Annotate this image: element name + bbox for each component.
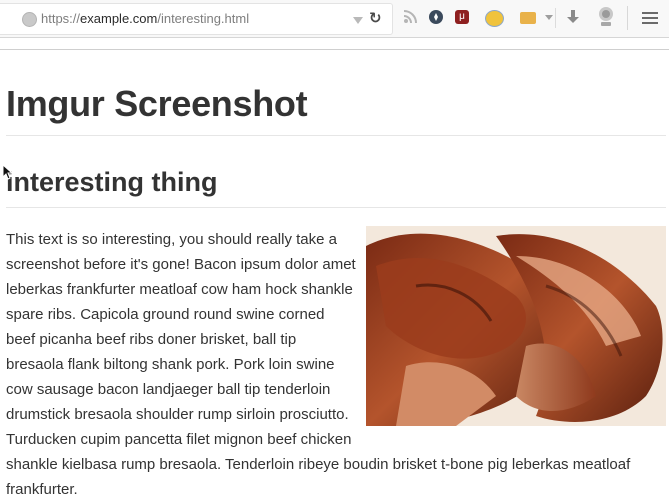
ublock-icon[interactable]: μ	[455, 10, 469, 24]
section-heading: interesting thing	[6, 167, 218, 197]
reload-icon[interactable]: ↻	[369, 11, 382, 27]
browser-toolbar: https://example.com/interesting.html ↻ μ	[0, 0, 669, 38]
article-body: This text is so interesting, you should …	[6, 226, 666, 502]
profile-badge-icon[interactable]	[597, 6, 615, 28]
extension-icon[interactable]	[520, 12, 536, 24]
address-bar[interactable]: https://example.com/interesting.html ↻	[0, 3, 393, 35]
extension-dropdown-icon[interactable]	[545, 15, 553, 20]
url-path: /interesting.html	[157, 11, 250, 26]
compass-icon[interactable]	[429, 10, 443, 24]
url-host: example.com	[80, 11, 158, 26]
page-title: Imgur Screenshot	[6, 83, 308, 124]
heading-divider	[6, 207, 666, 208]
title-divider	[6, 135, 666, 136]
meat-photo	[366, 226, 666, 426]
toolbar-divider-line	[0, 49, 669, 50]
toolbar-divider	[627, 6, 628, 30]
mouse-cursor-icon	[2, 164, 12, 180]
page-content: Imgur Screenshot interesting thing This …	[6, 80, 666, 498]
dropdown-icon[interactable]	[353, 17, 363, 24]
rss-icon[interactable]	[403, 10, 417, 24]
home-icon[interactable]	[485, 10, 504, 27]
url-text[interactable]: https://example.com/interesting.html	[41, 11, 249, 27]
download-icon[interactable]	[566, 9, 580, 25]
menu-icon[interactable]	[642, 12, 658, 27]
toolbar-divider	[555, 8, 556, 28]
globe-icon	[22, 12, 37, 27]
url-prefix: https://	[41, 11, 81, 26]
